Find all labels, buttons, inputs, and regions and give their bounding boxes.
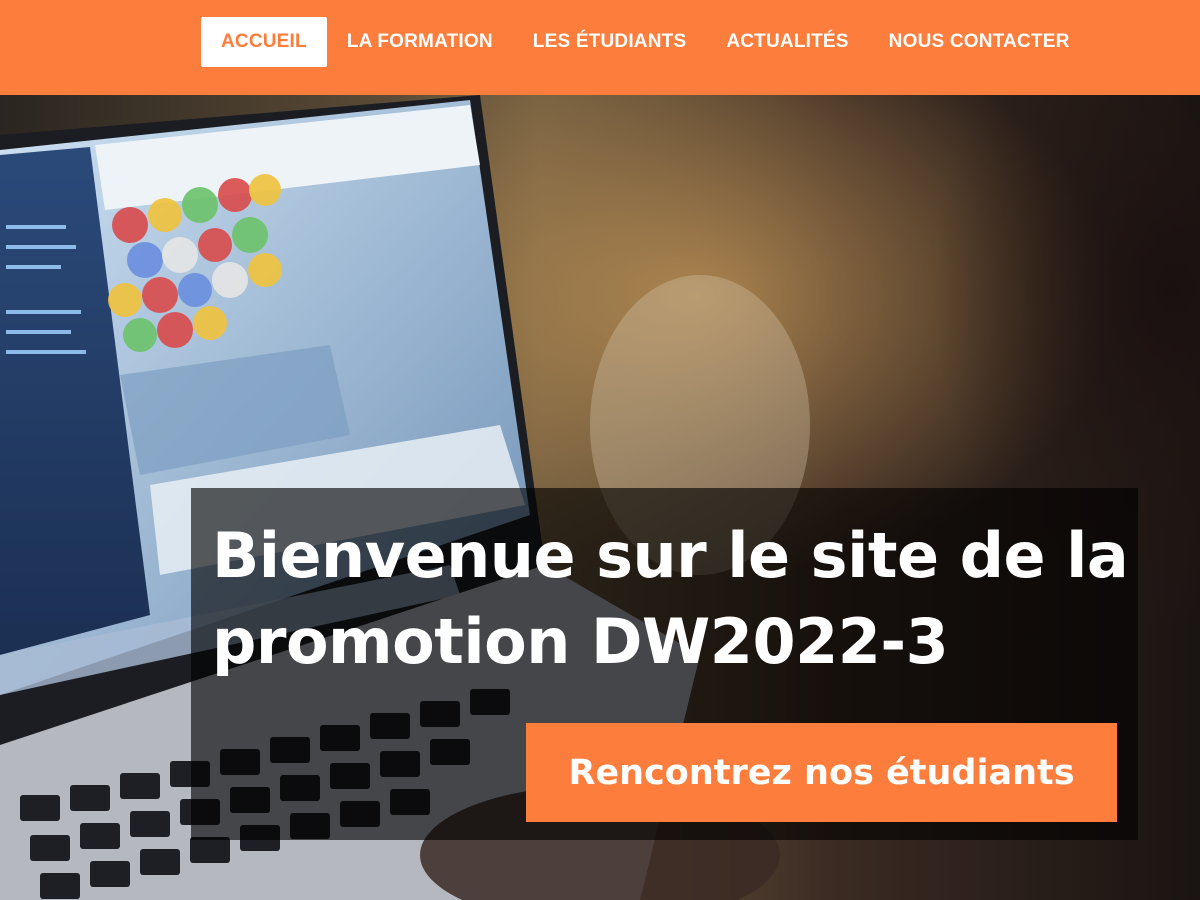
hero-title: Bienvenue sur le site de la promotion DW… bbox=[212, 519, 1129, 678]
nav-item-nous-contacter[interactable]: NOUS CONTACTER bbox=[869, 17, 1090, 67]
meet-students-button[interactable]: Rencontrez nos étudiants bbox=[526, 723, 1117, 822]
nav-item-la-formation[interactable]: LA FORMATION bbox=[327, 17, 513, 67]
nav-item-les-etudiants[interactable]: LES ÉTUDIANTS bbox=[513, 17, 707, 67]
main-menu: ACCUEIL LA FORMATION LES ÉTUDIANTS ACTUA… bbox=[201, 17, 1090, 67]
top-navigation-bar: ACCUEIL LA FORMATION LES ÉTUDIANTS ACTUA… bbox=[0, 0, 1200, 95]
hero-section: Bienvenue sur le site de la promotion DW… bbox=[0, 95, 1200, 900]
nav-item-accueil[interactable]: ACCUEIL bbox=[201, 17, 327, 67]
nav-item-actualites[interactable]: ACTUALITÉS bbox=[706, 17, 868, 67]
